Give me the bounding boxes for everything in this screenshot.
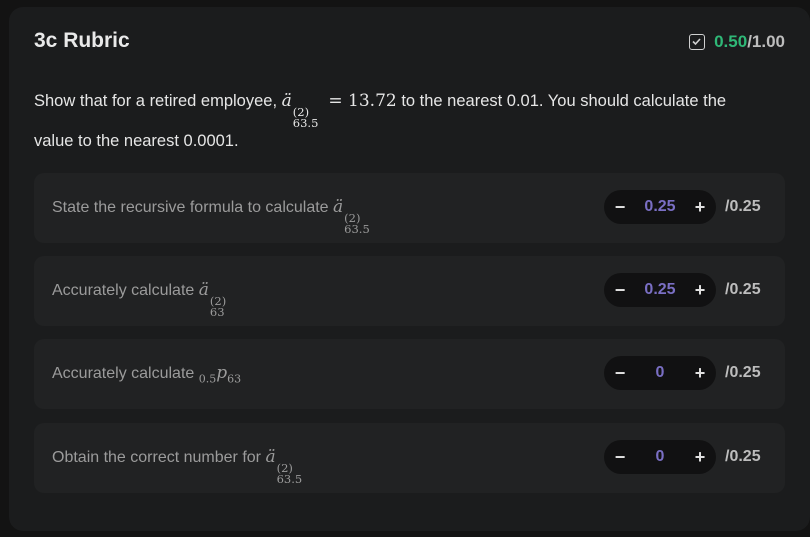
rubric-item-label: Accurately calculate ä (2) 63 bbox=[52, 280, 227, 319]
score-earned: 0.50 bbox=[714, 32, 748, 51]
annuity-symbol: ä (2) 63.5 bbox=[265, 447, 303, 486]
score-value[interactable]: 0 bbox=[632, 364, 688, 382]
increment-button[interactable]: + bbox=[688, 445, 712, 469]
score-value[interactable]: 0.25 bbox=[632, 198, 688, 216]
rubric-header: 3c Rubric 0.50 /1.00 bbox=[34, 29, 785, 57]
score-stepper: − 0 + bbox=[604, 440, 716, 474]
rubric-score: 0.50 /1.00 bbox=[689, 32, 785, 52]
score-stepper: − 0.25 + bbox=[604, 190, 716, 224]
rubric-item: Accurately calculate ä (2) 63 − 0.25 + /0.… bbox=[34, 256, 785, 326]
score-value[interactable]: 0 bbox=[632, 448, 688, 466]
annuity-symbol: ä (2) 63.5 bbox=[281, 91, 319, 130]
score-stepper: − 0 + bbox=[604, 356, 716, 390]
rubric-item: Obtain the correct number for ä (2) 63.5 −… bbox=[34, 423, 785, 493]
rubric-item-label: Obtain the correct number for ä (2) 63.5 bbox=[52, 447, 303, 486]
score-stepper: − 0.25 + bbox=[604, 273, 716, 307]
rubric-item: State the recursive formula to calculate… bbox=[34, 173, 785, 243]
increment-button[interactable]: + bbox=[688, 195, 712, 219]
annuity-symbol: ä (2) 63.5 bbox=[333, 197, 370, 236]
score-max: /0.25 bbox=[725, 281, 761, 298]
rubric-panel: 3c Rubric 0.50 /1.00 Show that for a ret… bbox=[9, 7, 810, 531]
survival-probability-symbol: 0.5p63 bbox=[198, 363, 242, 386]
increment-button[interactable]: + bbox=[688, 361, 712, 385]
prompt-value: 13.72 bbox=[348, 91, 397, 111]
score-value[interactable]: 0.25 bbox=[632, 281, 688, 299]
rubric-title: 3c Rubric bbox=[34, 29, 130, 52]
rubric-item-label: State the recursive formula to calculate… bbox=[52, 197, 370, 236]
rubric-prompt: Show that for a retired employee, ä (2) 63… bbox=[34, 91, 727, 150]
prompt-text-1: Show that for a retired employee, bbox=[34, 92, 278, 110]
decrement-button[interactable]: − bbox=[608, 195, 632, 219]
decrement-button[interactable]: − bbox=[608, 445, 632, 469]
checkbox-icon bbox=[689, 34, 706, 50]
score-max: /0.25 bbox=[725, 198, 761, 215]
score-total: /1.00 bbox=[747, 32, 785, 51]
increment-button[interactable]: + bbox=[688, 278, 712, 302]
decrement-button[interactable]: − bbox=[608, 278, 632, 302]
rubric-item-label: Accurately calculate 0.5p63 bbox=[52, 363, 242, 386]
score-max: /0.25 bbox=[725, 364, 761, 381]
annuity-symbol: ä (2) 63 bbox=[198, 280, 227, 319]
score-max: /0.25 bbox=[725, 448, 761, 465]
decrement-button[interactable]: − bbox=[608, 361, 632, 385]
rubric-item: Accurately calculate 0.5p63 − 0 + /0.25 bbox=[34, 339, 785, 409]
